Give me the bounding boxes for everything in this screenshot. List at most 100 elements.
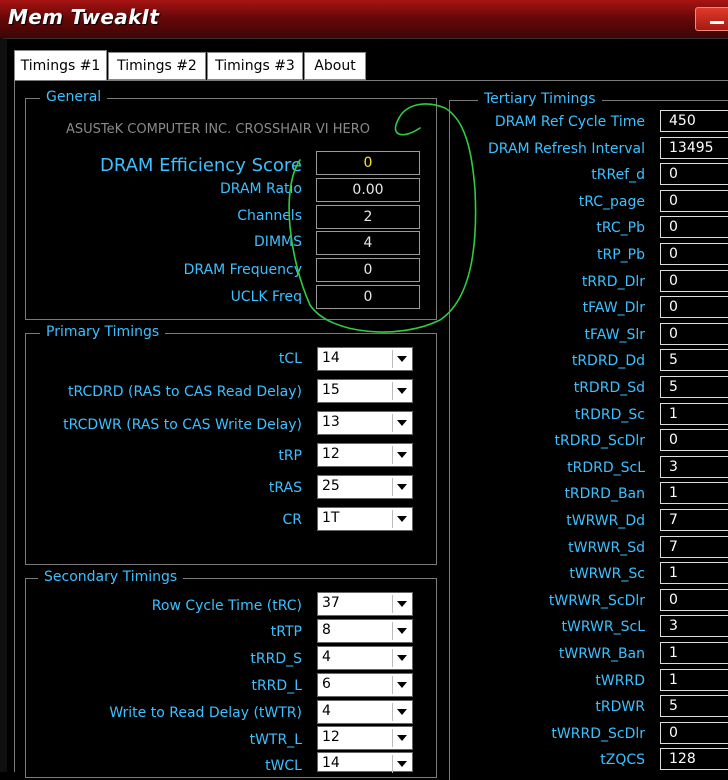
trc-select[interactable]: 37	[317, 592, 413, 616]
chevron-down-icon[interactable]	[392, 446, 410, 464]
tertiary-tfaw-dlr-input[interactable]: 0	[660, 296, 728, 318]
twtr-l-select[interactable]: 12	[317, 726, 413, 750]
tertiary-trdrd-scdlr-input[interactable]: 0	[660, 429, 728, 451]
trp-select[interactable]: 12	[317, 443, 413, 467]
cr-value: 1T	[322, 510, 340, 526]
tertiary-twrrd-scdlr-input[interactable]: 0	[660, 722, 728, 744]
tertiary-trc-pb-input[interactable]: 0	[660, 216, 728, 238]
dimms-value: 4	[316, 231, 420, 255]
chevron-down-icon[interactable]	[392, 703, 410, 721]
minimize-button[interactable]	[695, 7, 728, 31]
efficiency-score: 0	[316, 151, 420, 175]
tertiary-trdrd-sd-input[interactable]: 5	[660, 376, 728, 398]
chevron-down-icon[interactable]	[392, 478, 410, 496]
tertiary-twrwr-sd-label: tWRWR_Sd	[568, 540, 645, 556]
trrd-l-label: tRRD_L	[251, 678, 302, 694]
title-bar: Mem TweakIt	[0, 0, 728, 38]
dram-frequency-label: DRAM Frequency	[183, 262, 302, 278]
tertiary-dram-ref-cycle-time-input[interactable]: 450	[660, 110, 728, 132]
trrd-l-select[interactable]: 6	[317, 673, 413, 697]
tertiary-twrwr-sd-input[interactable]: 7	[660, 536, 728, 558]
tertiary-trdrd-dd-label: tRDRD_Dd	[571, 353, 645, 369]
tertiary-trdrd-ban-label: tRDRD_Ban	[564, 486, 645, 502]
tertiary-trdrd-sd-label: tRDRD_Sd	[573, 380, 645, 396]
tertiary-trrd-dlr-label: tRRD_Dlr	[581, 274, 645, 290]
tertiary-trdrd-scdlr-label: tRDRD_ScDlr	[554, 433, 645, 449]
tab-timings-2[interactable]: Timings #2	[108, 52, 206, 80]
tertiary-trrd-dlr-input[interactable]: 0	[660, 270, 728, 292]
tertiary-twrrd-input[interactable]: 1	[660, 669, 728, 691]
dimms-label: DIMMS	[254, 234, 302, 250]
tertiary-tfaw-slr-input[interactable]: 0	[660, 323, 728, 345]
trtp-label: tRTP	[270, 624, 302, 640]
general-legend: General	[40, 89, 108, 105]
primary-legend: Primary Timings	[40, 324, 166, 340]
trrd-s-value: 4	[322, 649, 331, 665]
chevron-down-icon[interactable]	[392, 622, 410, 640]
trcdwr-select[interactable]: 13	[317, 411, 413, 435]
tab-timings-1[interactable]: Timings #1	[14, 50, 107, 81]
cr-select[interactable]: 1T	[317, 507, 413, 531]
tertiary-twrwr-dd-input[interactable]: 7	[660, 509, 728, 531]
trcdrd-label: tRCDRD (RAS to CAS Read Delay)	[67, 384, 302, 400]
secondary-legend: Secondary Timings	[38, 569, 184, 585]
channels-value: 2	[316, 205, 420, 229]
chevron-down-icon[interactable]	[392, 729, 410, 747]
tertiary-twrwr-sc-input[interactable]: 1	[660, 562, 728, 584]
twtr-value: 4	[322, 703, 331, 719]
twcl-select[interactable]: 14	[317, 752, 413, 773]
tcl-select[interactable]: 14	[317, 347, 413, 371]
tertiary-trc-page-input[interactable]: 0	[660, 190, 728, 212]
tras-label: tRAS	[268, 480, 302, 496]
tertiary-trdrd-scl-label: tRDRD_ScL	[567, 460, 645, 476]
tras-select[interactable]: 25	[317, 475, 413, 499]
dram-ratio-label: DRAM Ratio	[220, 181, 302, 197]
channels-label: Channels	[237, 208, 302, 224]
tertiary-tfaw-slr-label: tFAW_Slr	[584, 327, 645, 343]
tertiary-trdrd-sc-input[interactable]: 1	[660, 403, 728, 425]
chevron-down-icon[interactable]	[392, 382, 410, 400]
tertiary-trdrd-dd-input[interactable]: 5	[660, 349, 728, 371]
trp-label: tRP	[278, 448, 302, 464]
chevron-down-icon[interactable]	[392, 649, 410, 667]
tertiary-twrwr-ban-input[interactable]: 1	[660, 642, 728, 664]
tertiary-twrwr-sc-label: tWRWR_Sc	[569, 566, 645, 582]
efficiency-label: DRAM Efficiency Score	[99, 155, 302, 176]
tertiary-trp-pb-input[interactable]: 0	[660, 243, 728, 265]
trcdrd-select[interactable]: 15	[317, 379, 413, 403]
tertiary-twrwr-dd-label: tWRWR_Dd	[566, 513, 645, 529]
trc-value: 37	[322, 595, 340, 611]
trp-value: 12	[322, 446, 340, 462]
chevron-down-icon[interactable]	[392, 595, 410, 613]
trrd-s-select[interactable]: 4	[317, 646, 413, 670]
tertiary-tzqcs-label: tZQCS	[600, 752, 645, 768]
tertiary-trdrd-ban-input[interactable]: 1	[660, 482, 728, 504]
tertiary-trdrd-scl-input[interactable]: 3	[660, 456, 728, 478]
tab-about[interactable]: About	[304, 52, 366, 80]
tertiary-trref-d-input[interactable]: 0	[660, 163, 728, 185]
trtp-select[interactable]: 8	[317, 619, 413, 643]
trcdwr-label: tRCDWR (RAS to CAS Write Delay)	[63, 417, 302, 433]
trrd-l-value: 6	[322, 676, 331, 692]
window-title: Mem TweakIt	[8, 5, 160, 29]
tertiary-twrwr-scdlr-label: tWRWR_ScDlr	[548, 593, 645, 609]
trrd-s-label: tRRD_S	[250, 651, 302, 667]
chevron-down-icon[interactable]	[392, 676, 410, 694]
chevron-down-icon[interactable]	[392, 510, 410, 528]
uclk-freq-label: UCLK Freq	[230, 289, 302, 305]
chevron-down-icon[interactable]	[392, 350, 410, 368]
chevron-down-icon[interactable]	[392, 414, 410, 432]
tertiary-trp-pb-label: tRP_Pb	[597, 247, 645, 263]
trcdrd-value: 15	[322, 382, 340, 398]
tertiary-twrwr-scdlr-input[interactable]: 0	[660, 589, 728, 611]
twtr-select[interactable]: 4	[317, 700, 413, 724]
tertiary-trdwr-input[interactable]: 5	[660, 695, 728, 717]
tab-timings-3[interactable]: Timings #3	[207, 52, 303, 80]
chevron-down-icon[interactable]	[392, 755, 410, 773]
tras-value: 25	[322, 478, 340, 494]
tertiary-tzqcs-input[interactable]: 128	[660, 748, 728, 770]
tertiary-dram-refresh-interval-input[interactable]: 13495	[660, 137, 728, 159]
tertiary-twrwr-scl-input[interactable]: 3	[660, 615, 728, 637]
twcl-value: 14	[322, 755, 340, 771]
board-name: ASUSTeK COMPUTER INC. CROSSHAIR VI HERO	[66, 122, 371, 137]
